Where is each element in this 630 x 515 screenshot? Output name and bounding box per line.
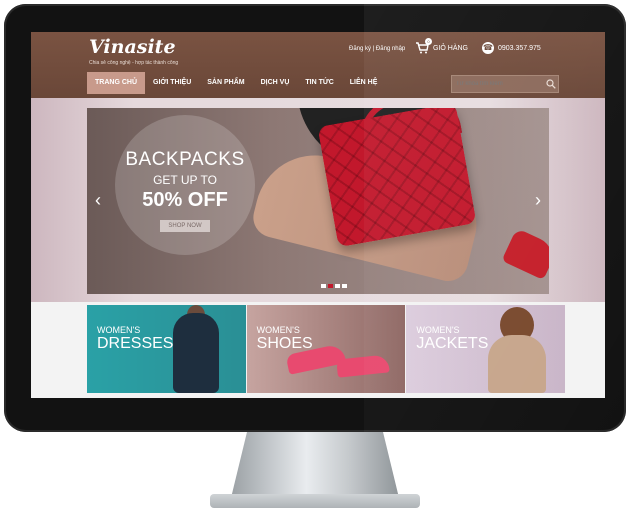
phone-contact: ☎ 0903.357.975 <box>482 42 541 54</box>
auth-links[interactable]: Đăng ký | Đăng nhập <box>349 46 405 52</box>
banner-dresses[interactable]: WOMEN'S DRESSES <box>87 305 246 393</box>
jacket-model-image <box>488 335 547 393</box>
category-banners: WOMEN'S DRESSES WOMEN'S SHOES WOMEN'S JA… <box>87 305 566 393</box>
nav-item-products[interactable]: SẢN PHẨM <box>199 72 252 94</box>
dress-model-image <box>173 313 219 393</box>
phone-icon: ☎ <box>482 42 494 54</box>
slider-dot-2[interactable] <box>328 284 333 288</box>
nav-item-services[interactable]: DỊCH VỤ <box>253 72 298 94</box>
search-input[interactable] <box>452 76 544 92</box>
banner-kicker: WOMEN'S <box>97 325 141 335</box>
phone-number: 0903.357.975 <box>498 44 541 52</box>
promo-subtitle: GET UP TO <box>153 173 217 187</box>
slider-dot-3[interactable] <box>335 284 340 288</box>
site-logo[interactable]: Vinasite <box>89 36 176 58</box>
slider-prev-arrow[interactable]: ‹ <box>91 190 105 210</box>
website-screen: Vinasite Chia sẻ công nghệ - hợp tác thà… <box>31 32 605 398</box>
monitor-stand <box>230 432 400 502</box>
monitor-stand-base <box>210 494 420 508</box>
hero-slider: BACKPACKS GET UP TO 50% OFF SHOP NOW ‹ › <box>87 108 549 294</box>
banner-kicker: WOMEN'S <box>256 325 300 335</box>
cart-icon: 0 <box>415 38 432 54</box>
shop-now-button[interactable]: SHOP NOW <box>160 220 210 232</box>
nav-item-about[interactable]: GIỚI THIỆU <box>145 72 199 94</box>
promo-title: BACKPACKS <box>125 149 245 170</box>
search-box <box>451 75 559 93</box>
nav-item-news[interactable]: TIN TỨC <box>297 72 341 94</box>
slider-dots <box>321 284 347 288</box>
nav-item-home[interactable]: TRANG CHỦ <box>87 72 145 94</box>
banner-kicker: WOMEN'S <box>416 325 460 335</box>
promo-circle: BACKPACKS GET UP TO 50% OFF SHOP NOW <box>115 115 255 255</box>
site-header: Vinasite Chia sẻ công nghệ - hợp tác thà… <box>31 32 605 98</box>
promo-discount: 50% OFF <box>142 189 228 211</box>
red-handbag-image <box>317 108 477 248</box>
slider-dot-4[interactable] <box>342 284 347 288</box>
monitor-frame: Vinasite Chia sẻ công nghệ - hợp tác thà… <box>4 4 626 432</box>
banner-shoes[interactable]: WOMEN'S SHOES <box>246 305 406 393</box>
slider-next-arrow[interactable]: › <box>531 190 545 210</box>
banner-title: JACKETS <box>416 335 489 352</box>
banner-title: SHOES <box>256 335 313 352</box>
cart-link[interactable]: 0 GIỎ HÀNG <box>415 38 469 54</box>
cart-count-badge: 0 <box>425 38 432 45</box>
red-shoe-image <box>501 227 549 281</box>
search-icon[interactable] <box>544 77 558 91</box>
site-tagline: Chia sẻ công nghệ - hợp tác thành công <box>89 60 179 66</box>
banner-title: DRESSES <box>97 335 174 352</box>
slider-dot-1[interactable] <box>321 284 326 288</box>
nav-item-contact[interactable]: LIÊN HỆ <box>342 72 386 94</box>
cart-label: GIỎ HÀNG <box>433 44 469 52</box>
banner-jackets[interactable]: WOMEN'S JACKETS <box>406 305 566 393</box>
